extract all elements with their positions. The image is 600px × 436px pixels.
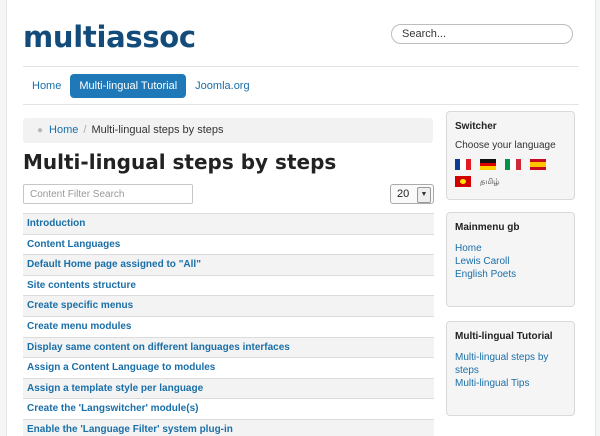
ta-flag-icon[interactable]: தமிழ் (480, 176, 502, 187)
article-link-content-languages[interactable]: Content Languages (23, 233, 434, 255)
mainmenu-link-lewis-caroll[interactable]: Lewis Caroll (455, 255, 566, 268)
search-input[interactable] (391, 24, 573, 44)
display-count-select[interactable]: 20 ▼ (390, 184, 434, 204)
page-container: multiassoc Home Multi-lingual Tutorial J… (6, 0, 596, 436)
es-flag-icon[interactable] (530, 159, 546, 170)
tutorial-link-tips[interactable]: Multi-lingual Tips (455, 377, 566, 390)
display-count-value: 20 (397, 188, 410, 200)
location-pin-icon: ● (37, 125, 44, 136)
article-link-enable-language-filter[interactable]: Enable the 'Language Filter' system plug… (23, 418, 434, 436)
chevron-down-icon: ▼ (417, 187, 431, 203)
nav-item-multilingual-tutorial[interactable]: Multi-lingual Tutorial (70, 74, 187, 98)
article-link-create-langswitcher[interactable]: Create the 'Langswitcher' module(s) (23, 398, 434, 419)
tutorial-module: Multi-lingual Tutorial Multi-lingual ste… (446, 321, 575, 416)
article-link-site-contents-structure[interactable]: Site contents structure (23, 274, 434, 296)
mainmenu-module: Mainmenu gb Home Lewis Caroll English Po… (446, 212, 575, 307)
breadcrumb-separator: / (83, 124, 87, 136)
article-list: Introduction Content Languages Default H… (23, 213, 434, 436)
article-link-create-menu-modules[interactable]: Create menu modules (23, 315, 434, 337)
nav-item-home[interactable]: Home (23, 74, 70, 98)
language-flags: தமிழ் (455, 159, 555, 187)
article-link-default-home-page[interactable]: Default Home page assigned to "All" (23, 254, 434, 275)
content-filter-input[interactable] (23, 184, 193, 204)
nav-divider (23, 104, 579, 105)
article-link-introduction[interactable]: Introduction (23, 213, 434, 234)
article-link-create-specific-menus[interactable]: Create specific menus (23, 295, 434, 316)
de-flag-icon[interactable] (480, 159, 496, 170)
breadcrumb-home[interactable]: Home (49, 124, 78, 136)
page-title: Multi-lingual steps by steps (23, 150, 337, 174)
mk-flag-icon[interactable] (455, 176, 471, 187)
breadcrumb: ● Home / Multi-lingual steps by steps (23, 118, 433, 143)
article-link-assign-content-language[interactable]: Assign a Content Language to modules (23, 357, 434, 378)
nav-item-joomla-org[interactable]: Joomla.org (186, 74, 258, 98)
main-nav: Home Multi-lingual Tutorial Joomla.org (23, 74, 259, 98)
article-link-assign-template-style[interactable]: Assign a template style per language (23, 377, 434, 399)
tutorial-link-steps[interactable]: Multi-lingual steps by steps (455, 351, 566, 377)
mainmenu-title: Mainmenu gb (455, 222, 520, 233)
breadcrumb-current: Multi-lingual steps by steps (91, 124, 224, 136)
switcher-module: Switcher Choose your language தமிழ் (446, 111, 575, 200)
article-link-display-same-content[interactable]: Display same content on different langua… (23, 336, 434, 358)
header-divider (23, 66, 579, 67)
it-flag-icon[interactable] (505, 159, 521, 170)
mainmenu-link-english-poets[interactable]: English Poets (455, 268, 566, 281)
mainmenu-link-home[interactable]: Home (455, 242, 566, 255)
fr-flag-icon[interactable] (455, 159, 471, 170)
site-brand[interactable]: multiassoc (23, 20, 196, 54)
tutorial-title: Multi-lingual Tutorial (455, 331, 553, 342)
switcher-title: Switcher (455, 121, 497, 132)
switcher-text: Choose your language (455, 140, 556, 151)
